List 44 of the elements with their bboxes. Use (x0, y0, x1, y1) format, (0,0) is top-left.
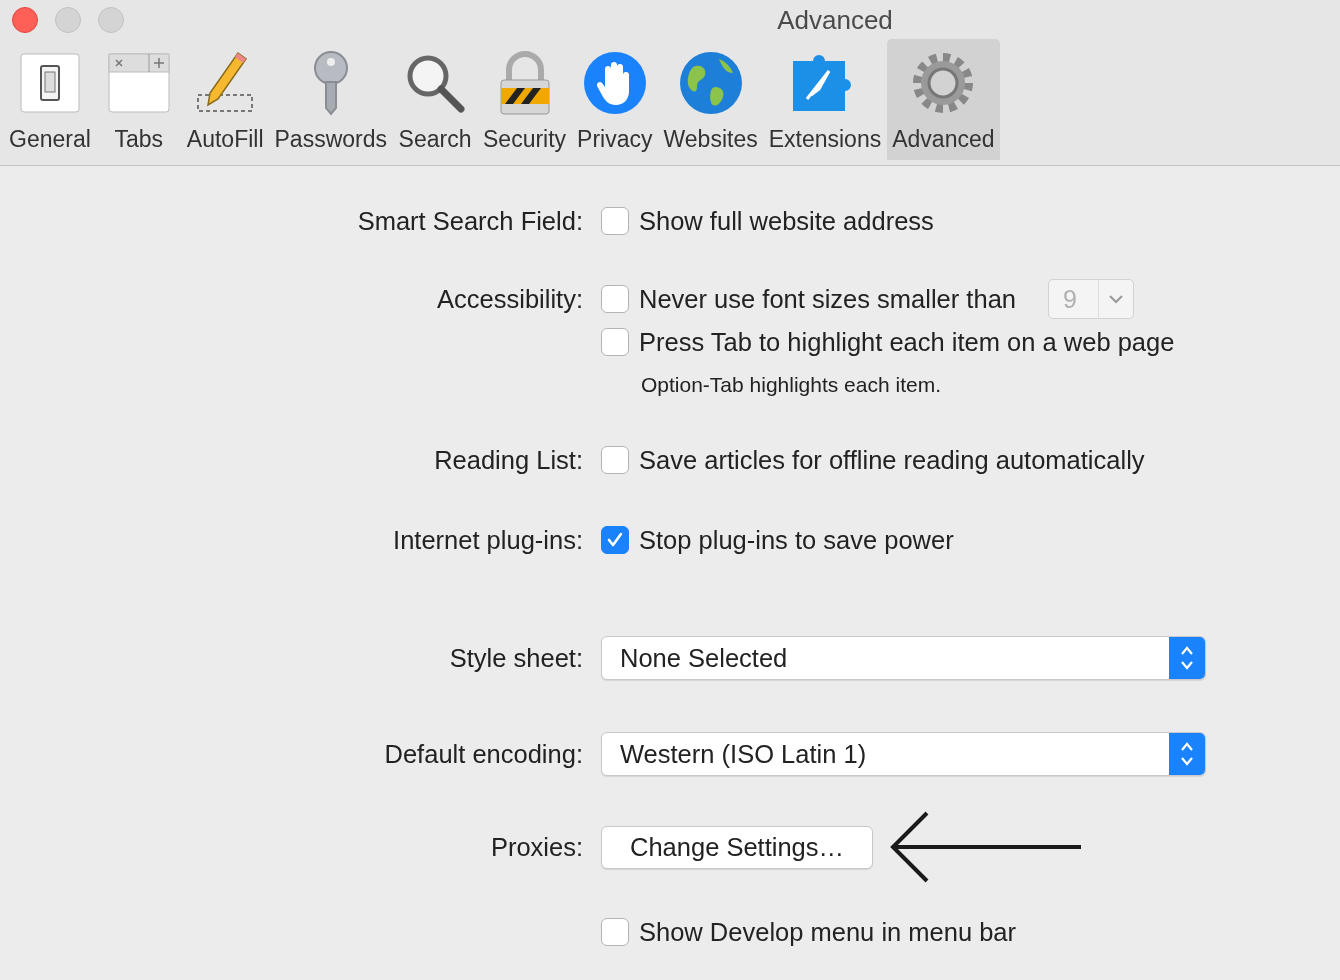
toolbar-tab[interactable]: Websites (658, 39, 763, 160)
checkbox-label[interactable]: Never use font sizes smaller than (639, 284, 1016, 314)
setting-label: Proxies: (490, 832, 583, 863)
toolbar-tab[interactable]: Passwords (269, 39, 392, 160)
toolbar-tab[interactable]: AutoFill (181, 39, 269, 160)
toolbar-tab[interactable]: Privacy (572, 39, 658, 160)
popup-menu[interactable]: None Selected (601, 636, 1206, 680)
hand-icon (582, 50, 647, 115)
checkbox[interactable] (601, 207, 629, 235)
minimize-button[interactable] (55, 7, 81, 33)
tabs-icon (107, 51, 170, 114)
setting-label: Smart Search Field: (357, 206, 583, 236)
toolbar-tab[interactable]: Advanced (887, 39, 1000, 160)
switch-icon (18, 51, 81, 114)
setting-label: Default encoding: (384, 739, 583, 770)
setting-label: Accessibility: (437, 284, 583, 314)
checkbox-label[interactable]: Press Tab to highlight each item on a web page (639, 327, 1175, 357)
checkbox[interactable] (601, 285, 629, 313)
setting-label: Internet plug-ins: (393, 525, 583, 555)
checkbox-label[interactable]: Show Develop menu in menu bar (639, 917, 1017, 947)
checkbox[interactable] (601, 526, 629, 554)
checkbox-label[interactable]: Show full website address (639, 206, 934, 236)
toolbar-tab[interactable]: Security (478, 39, 572, 160)
checkbox-label[interactable]: Stop plug-ins to save power (639, 525, 954, 555)
window-title: Advanced (777, 5, 893, 35)
toolbar-tab[interactable]: Tabs (96, 39, 181, 160)
setting-label: Style sheet: (449, 643, 583, 674)
up-down-arrows-icon (1179, 644, 1195, 672)
chevron-down-icon (1108, 294, 1124, 304)
toolbar-tab[interactable]: Extensions (763, 39, 887, 160)
change-settings-button[interactable]: Change Settings… (601, 825, 874, 869)
checkbox-label[interactable]: Save articles for offline reading automatically (639, 445, 1145, 475)
close-button[interactable] (12, 7, 38, 33)
checkbox[interactable] (601, 328, 629, 356)
toolbar-tab[interactable]: Search (393, 39, 477, 160)
zoom-button[interactable] (98, 7, 124, 33)
checkbox[interactable] (601, 918, 629, 946)
popup-menu[interactable]: Western (ISO Latin 1) (601, 732, 1206, 776)
up-down-arrows-icon (1179, 740, 1195, 768)
setting-label: Reading List: (434, 445, 583, 475)
globe-icon (678, 50, 743, 115)
hint-text: Option-Tab highlights each item. (641, 373, 942, 397)
checkbox[interactable] (601, 446, 629, 474)
toolbar-tab[interactable]: General (4, 39, 96, 160)
